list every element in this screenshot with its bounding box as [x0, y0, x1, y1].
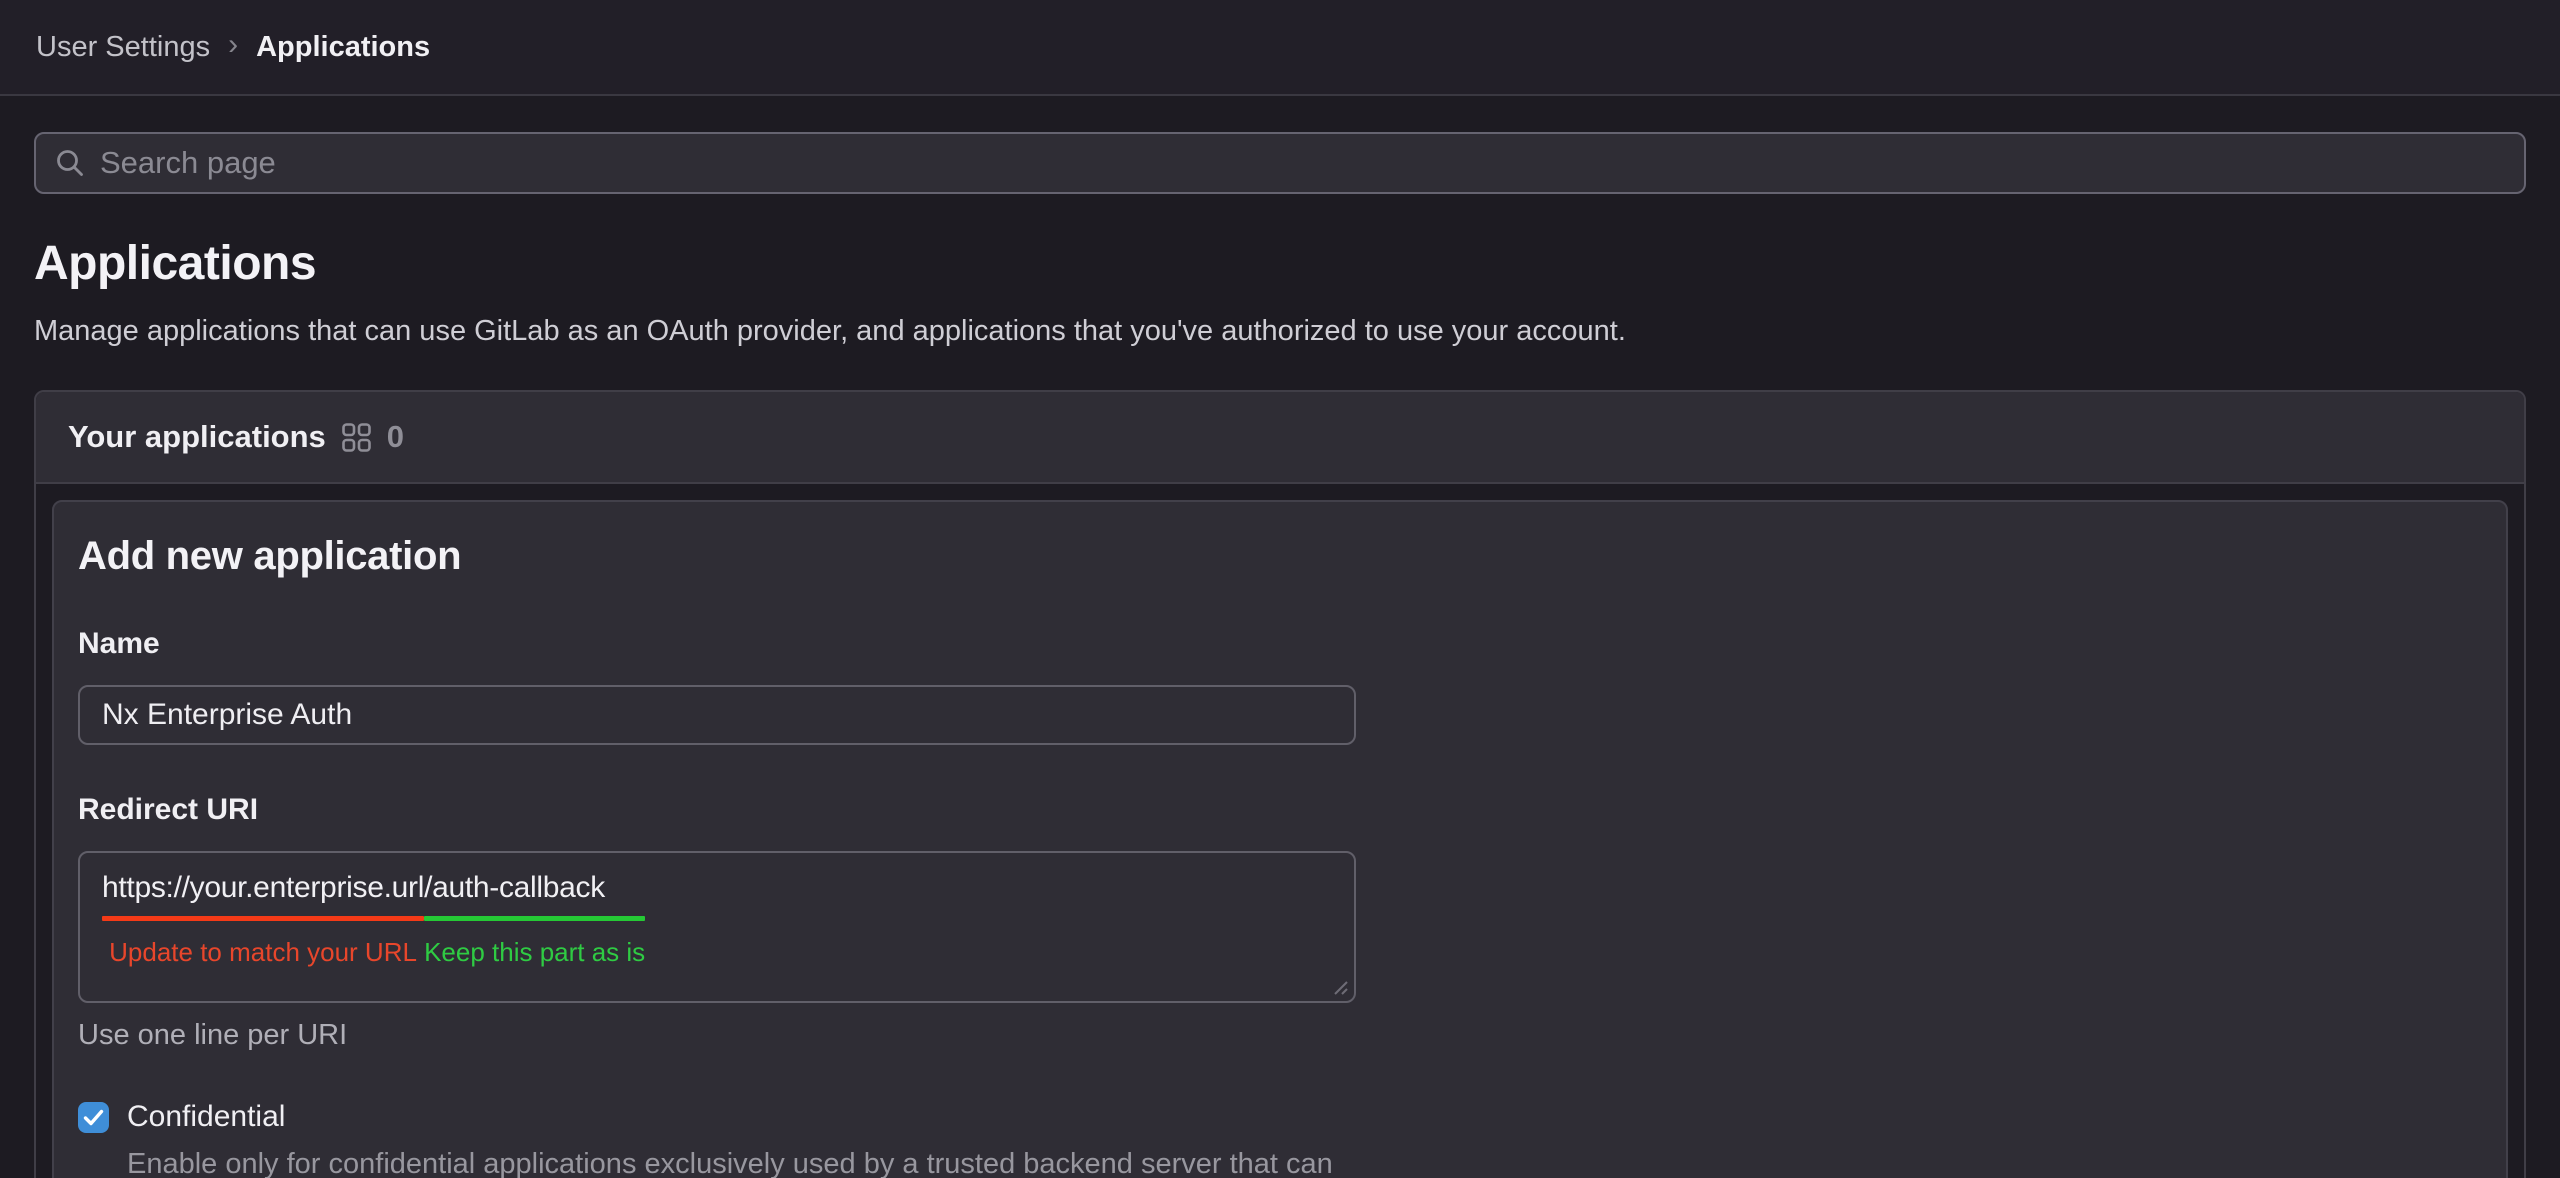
breadcrumb-user-settings[interactable]: User Settings	[36, 31, 210, 64]
search-bar[interactable]	[34, 132, 2526, 194]
red-underline	[102, 916, 424, 921]
uri-green-text: /auth-callback	[424, 869, 605, 907]
applications-grid-icon	[341, 422, 372, 453]
redirect-uri-label: Redirect URI	[78, 793, 2478, 827]
add-new-application-card: Add new application Name Redirect URI ht…	[52, 500, 2508, 1178]
page-title: Applications	[34, 236, 2526, 291]
breadcrumb-applications: Applications	[256, 31, 430, 64]
confidential-help: Enable only for confidential application…	[127, 1144, 1362, 1178]
green-underline	[424, 916, 645, 921]
redirect-uri-value: https://your.enterprise.url Update to ma…	[102, 869, 1354, 968]
name-input[interactable]	[78, 685, 1356, 745]
confidential-checkbox-row[interactable]: Confidential	[78, 1100, 2478, 1134]
breadcrumb: User Settings › Applications	[36, 31, 430, 64]
redirect-uri-textarea[interactable]: https://your.enterprise.url Update to ma…	[78, 851, 1356, 1003]
top-bar: User Settings › Applications	[0, 0, 2560, 96]
uri-red-text: https://your.enterprise.url	[102, 869, 424, 907]
page-content: Applications Manage applications that ca…	[0, 132, 2560, 1178]
your-applications-body: Add new application Name Redirect URI ht…	[36, 484, 2524, 1178]
confidential-checkbox[interactable]	[78, 1102, 109, 1133]
textarea-resize-grip[interactable]	[1331, 978, 1349, 996]
breadcrumb-separator-icon: ›	[228, 30, 238, 60]
confidential-label[interactable]: Confidential	[127, 1100, 285, 1134]
red-annotation: Update to match your URL	[109, 937, 417, 968]
search-icon	[54, 147, 86, 179]
redirect-uri-help: Use one line per URI	[78, 1019, 2478, 1052]
uri-red-segment: https://your.enterprise.url Update to ma…	[102, 869, 424, 968]
search-input[interactable]	[100, 134, 2506, 192]
your-applications-panel: Your applications 0 Add new application …	[34, 390, 2526, 1178]
your-applications-header: Your applications 0	[36, 392, 2524, 484]
page-description: Manage applications that can use GitLab …	[34, 315, 2526, 348]
applications-count-badge: 0	[387, 419, 404, 455]
name-label: Name	[78, 627, 2478, 661]
checkmark-icon	[83, 1109, 104, 1126]
your-applications-title: Your applications	[68, 419, 326, 455]
add-new-application-title: Add new application	[78, 534, 2478, 579]
uri-green-segment: /auth-callback Keep this part as is	[424, 869, 645, 968]
green-annotation: Keep this part as is	[424, 937, 645, 968]
